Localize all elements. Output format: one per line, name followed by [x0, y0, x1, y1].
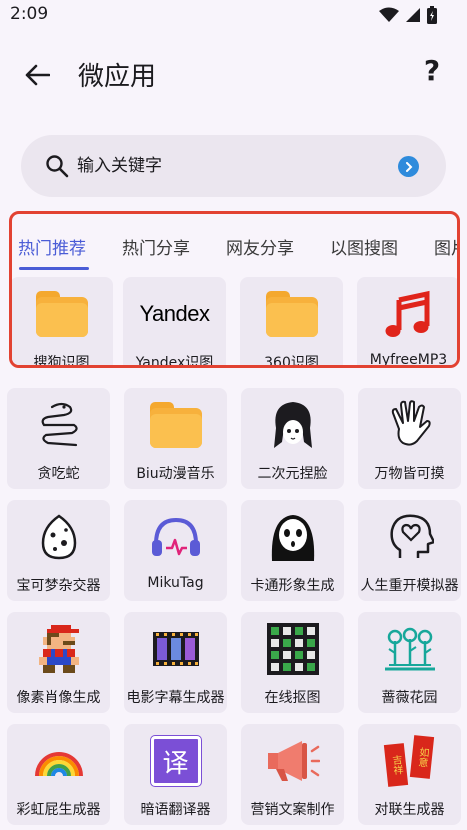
app-label: 搜狗识图 [33, 355, 90, 368]
translate-icon: 译 [150, 736, 201, 786]
app-tile-touch-all[interactable]: 万物皆可摸 [358, 388, 461, 489]
headphones-icon [151, 517, 200, 556]
app-tile-snake[interactable]: 贪吃蛇 [7, 388, 110, 489]
app-tile-sogou[interactable]: 搜狗识图 [12, 277, 113, 368]
app-label: 在线抠图 [264, 690, 321, 706]
app-label: 像素肖像生成 [16, 690, 101, 706]
app-tile-movie-subtitle[interactable]: 电影字幕生成器 [124, 612, 227, 713]
app-tile-yandex[interactable]: Yandex Yandex识图 [123, 277, 226, 368]
tab-hot-recommend[interactable]: 热门推荐 [18, 234, 86, 259]
app-tile-anime-face[interactable]: 二次元捏脸 [241, 388, 344, 489]
app-tile-marketing-copy[interactable]: 营销文案制作 [241, 724, 344, 825]
app-label: 营销文案制作 [250, 802, 335, 818]
app-tile-myfreemp3[interactable]: MyfreeMP3 [357, 277, 457, 368]
app-tile-cutout[interactable]: 在线抠图 [241, 612, 344, 713]
page-title: 微应用 [78, 62, 157, 92]
folder-icon [35, 291, 88, 337]
head-heart-icon [389, 514, 434, 558]
tab-hot-share[interactable]: 热门分享 [122, 234, 190, 259]
app-label: 电影字幕生成器 [126, 690, 225, 706]
app-tile-pixel-portrait[interactable]: 像素肖像生成 [7, 612, 110, 713]
rainbow-icon [34, 752, 83, 777]
app-tile-life-restart[interactable]: 人生重开模拟器 [358, 500, 461, 601]
app-label: 卡通形象生成 [250, 578, 335, 594]
film-strip-icon [152, 632, 199, 666]
app-label: 人生重开模拟器 [360, 578, 459, 594]
app-header: 微应用 ? [0, 48, 467, 100]
status-time: 2:09 [10, 4, 49, 24]
featured-section: 热门推荐 热门分享 网友分享 以图搜图 图片 搜狗识图 Yandex Yande… [9, 211, 460, 368]
folder-icon [265, 291, 318, 337]
app-label: 二次元捏脸 [257, 466, 328, 482]
app-label: 彩虹屁生成器 [16, 802, 101, 818]
app-label: MikuTag [147, 575, 204, 591]
tab-image-search[interactable]: 以图搜图 [330, 234, 398, 259]
couplet-right-text: 如意 [414, 746, 429, 768]
app-tile-biu-music[interactable]: Biu动漫音乐 [124, 388, 227, 489]
pixel-grid-icon [266, 623, 319, 675]
status-icons [379, 6, 437, 24]
help-button[interactable]: ? [415, 54, 449, 94]
app-label: Yandex识图 [135, 355, 214, 368]
app-tile-rose-garden[interactable]: 蔷薇花园 [358, 612, 461, 713]
signal-icon [406, 8, 420, 22]
wifi-icon [379, 7, 399, 22]
battery-icon [427, 6, 437, 24]
music-note-icon [385, 290, 429, 337]
app-tile-mikutag[interactable]: MikuTag [124, 500, 227, 601]
ghost-face-icon [271, 515, 314, 561]
app-tile-cartoon-avatar[interactable]: 卡通形象生成 [241, 500, 344, 601]
status-bar: 2:09 [0, 0, 467, 32]
pixel-mario-icon [38, 625, 79, 673]
app-label: 万物皆可摸 [374, 466, 445, 482]
garden-icon [384, 627, 435, 671]
app-label: Biu动漫音乐 [136, 466, 215, 482]
chevron-right-icon [405, 161, 412, 172]
tab-user-share[interactable]: 网友分享 [226, 234, 294, 259]
app-tile-pokemon-fusion[interactable]: 宝可梦杂交器 [7, 500, 110, 601]
megaphone-icon [267, 741, 320, 781]
hand-icon [391, 400, 431, 446]
arrow-left-icon [25, 64, 50, 86]
tab-indicator [19, 267, 89, 270]
folder-icon [149, 402, 202, 448]
app-label: MyfreeMP3 [369, 352, 448, 368]
app-label: 贪吃蛇 [37, 466, 80, 482]
app-tile-couplet[interactable]: 吉祥 如意 对联生成器 [358, 724, 461, 825]
search-icon [46, 155, 69, 178]
couplet-icon: 吉祥 如意 [383, 734, 436, 788]
search-bar[interactable] [21, 135, 446, 197]
search-input[interactable] [77, 149, 377, 183]
category-tabs: 热门推荐 热门分享 网友分享 以图搜图 图片 [12, 214, 457, 272]
app-label: 蔷薇花园 [381, 690, 438, 706]
couplet-left-text: 吉祥 [388, 754, 403, 776]
app-label: 360识图 [264, 355, 319, 368]
anime-face-icon [273, 402, 312, 448]
egg-icon [41, 514, 76, 560]
back-button[interactable] [20, 58, 54, 92]
translate-glyph: 译 [162, 748, 189, 779]
app-tile-rainbow[interactable]: 彩虹屁生成器 [7, 724, 110, 825]
app-label: 对联生成器 [374, 802, 445, 818]
app-tile-cipher-translate[interactable]: 译 暗语翻译器 [124, 724, 227, 825]
app-label: 宝可梦杂交器 [16, 578, 101, 594]
tab-image[interactable]: 图片 [434, 234, 457, 259]
search-go-button[interactable] [398, 156, 419, 177]
app-tile-360[interactable]: 360识图 [240, 277, 343, 368]
yandex-logo-icon: Yandex [139, 301, 210, 326]
app-label: 暗语翻译器 [140, 802, 211, 818]
snake-icon [41, 402, 78, 447]
